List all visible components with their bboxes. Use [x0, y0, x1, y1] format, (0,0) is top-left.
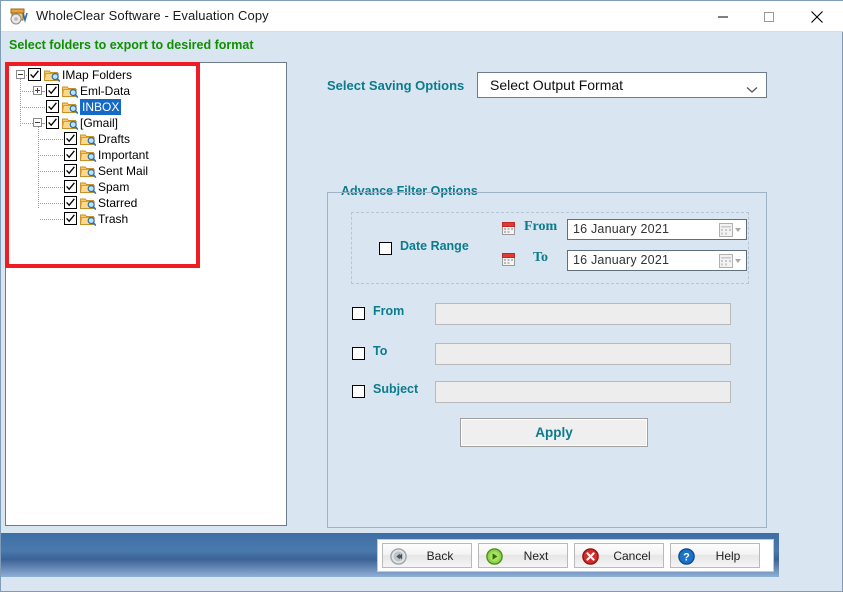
- tree-checkbox[interactable]: [28, 68, 41, 81]
- advance-filter-options-group: Date Range From 16 January 2021: [327, 192, 767, 528]
- to-input[interactable]: [435, 343, 731, 365]
- maximize-button[interactable]: [746, 1, 792, 32]
- back-button-label: Back: [413, 549, 467, 563]
- folder-search-icon: [44, 68, 60, 82]
- tree-item-label: Trash: [98, 211, 128, 227]
- help-button[interactable]: ? Help: [670, 543, 760, 568]
- calendar-icon: [502, 222, 515, 235]
- from-input[interactable]: [435, 303, 731, 325]
- date-from-field[interactable]: 16 January 2021: [567, 219, 747, 240]
- next-button-label: Next: [509, 549, 563, 563]
- tree-row[interactable]: Sent Mail: [6, 163, 286, 179]
- tree-item-label: Spam: [98, 179, 129, 195]
- tree-expander-minus-icon[interactable]: [33, 118, 42, 127]
- svg-text:?: ?: [683, 552, 690, 564]
- folder-search-icon: [80, 180, 96, 194]
- tree-row[interactable]: Spam: [6, 179, 286, 195]
- app-box-icon: [9, 7, 29, 26]
- tree-row[interactable]: [Gmail]: [6, 115, 286, 131]
- folder-search-icon: [80, 148, 96, 162]
- folder-search-icon: [80, 212, 96, 226]
- date-range-label: Date Range: [400, 239, 469, 253]
- folder-search-icon: [80, 196, 96, 210]
- options-pane: Select Saving Options Select Output Form…: [291, 62, 839, 526]
- output-format-value: Select Output Format: [490, 77, 623, 93]
- folder-search-icon: [62, 84, 78, 98]
- folder-search-icon: [80, 164, 96, 178]
- back-arrow-icon: [390, 548, 407, 565]
- navigation-button-panel: Back Next Cancel: [377, 539, 774, 572]
- date-to-value: 16 January 2021: [573, 253, 669, 267]
- calendar-icon: [502, 253, 515, 266]
- folder-search-icon: [80, 132, 96, 146]
- application-window: WholeClear Software - Evaluation Copy Se…: [0, 0, 843, 592]
- tree-item-label: Eml-Data: [80, 83, 130, 99]
- tree-row[interactable]: INBOX: [6, 99, 286, 115]
- tree-checkbox[interactable]: [46, 116, 59, 129]
- from-label: From: [373, 304, 404, 318]
- cancel-button-label: Cancel: [605, 549, 659, 563]
- folder-tree-panel[interactable]: IMap FoldersEml-DataINBOX[Gmail]DraftsIm…: [5, 62, 287, 526]
- title-bar: WholeClear Software - Evaluation Copy: [1, 1, 843, 32]
- header-strip: Select folders to export to desired form…: [1, 32, 842, 60]
- folder-tree[interactable]: IMap FoldersEml-DataINBOX[Gmail]DraftsIm…: [6, 63, 286, 269]
- date-range-box: Date Range From 16 January 2021: [351, 212, 749, 284]
- to-checkbox[interactable]: [352, 347, 365, 360]
- tree-checkbox[interactable]: [64, 164, 77, 177]
- apply-button-label: Apply: [461, 425, 647, 440]
- help-button-label: Help: [701, 549, 755, 563]
- next-button[interactable]: Next: [478, 543, 568, 568]
- footer-strip: [1, 577, 842, 591]
- help-question-icon: ?: [678, 548, 695, 565]
- subject-checkbox[interactable]: [352, 385, 365, 398]
- subject-label: Subject: [373, 382, 418, 396]
- date-to-field[interactable]: 16 January 2021: [567, 250, 747, 271]
- tree-item-label: Starred: [98, 195, 137, 211]
- window-title: WholeClear Software - Evaluation Copy: [36, 8, 269, 23]
- tree-checkbox[interactable]: [46, 84, 59, 97]
- date-from-label: From: [524, 219, 557, 235]
- cancel-button[interactable]: Cancel: [574, 543, 664, 568]
- tree-row[interactable]: Drafts: [6, 131, 286, 147]
- tree-expander-plus-icon[interactable]: [33, 86, 42, 95]
- date-to-picker-icon[interactable]: [719, 254, 743, 268]
- folder-search-icon: [62, 116, 78, 130]
- folder-search-icon: [62, 100, 78, 114]
- back-button[interactable]: Back: [382, 543, 472, 568]
- tree-checkbox[interactable]: [64, 212, 77, 225]
- output-format-select[interactable]: Select Output Format: [477, 72, 767, 98]
- tree-item-label: Sent Mail: [98, 163, 148, 179]
- tree-row[interactable]: Trash: [6, 211, 286, 227]
- close-button[interactable]: [794, 1, 840, 32]
- to-label: To: [373, 344, 387, 358]
- subject-input[interactable]: [435, 381, 731, 403]
- tree-row[interactable]: Starred: [6, 195, 286, 211]
- tree-row[interactable]: Important: [6, 147, 286, 163]
- tree-item-label: Drafts: [98, 131, 130, 147]
- minimize-button[interactable]: [700, 1, 746, 32]
- date-from-picker-icon[interactable]: [719, 223, 743, 237]
- tree-checkbox[interactable]: [64, 132, 77, 145]
- apply-button[interactable]: Apply: [460, 418, 648, 447]
- page-title: Select folders to export to desired form…: [9, 38, 254, 52]
- date-to-label: To: [533, 250, 548, 266]
- tree-checkbox[interactable]: [64, 148, 77, 161]
- tree-checkbox[interactable]: [46, 100, 59, 113]
- date-from-value: 16 January 2021: [573, 222, 669, 236]
- from-checkbox[interactable]: [352, 307, 365, 320]
- tree-expander-minus-icon[interactable]: [16, 70, 25, 79]
- tree-checkbox[interactable]: [64, 196, 77, 209]
- tree-row[interactable]: Eml-Data: [6, 83, 286, 99]
- tree-row[interactable]: IMap Folders: [6, 67, 286, 83]
- tree-item-label: [Gmail]: [80, 115, 118, 131]
- tree-item-label: INBOX: [80, 99, 121, 115]
- cancel-cross-icon: [582, 548, 599, 565]
- next-arrow-icon: [486, 548, 503, 565]
- select-saving-options-label: Select Saving Options: [327, 78, 464, 93]
- tree-checkbox[interactable]: [64, 180, 77, 193]
- chevron-down-icon: [746, 81, 758, 99]
- date-range-checkbox[interactable]: [379, 242, 392, 255]
- tree-item-label: IMap Folders: [62, 67, 132, 83]
- tree-item-label: Important: [98, 147, 149, 163]
